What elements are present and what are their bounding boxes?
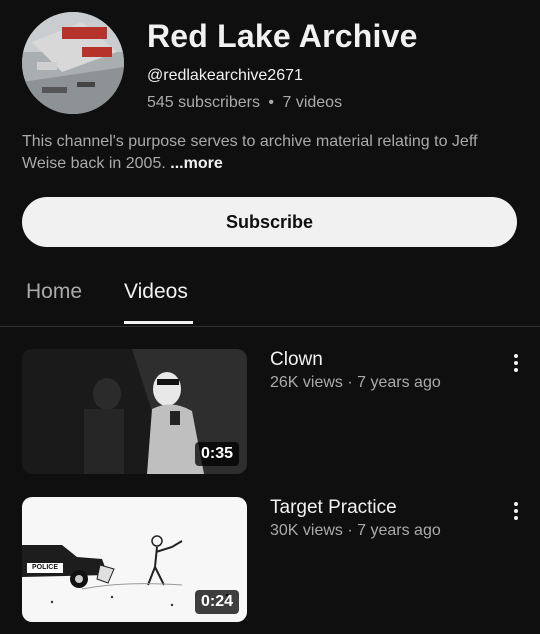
subscribe-button[interactable]: Subscribe xyxy=(22,197,517,247)
more-options-icon[interactable] xyxy=(510,502,522,524)
subscriber-count: 545 subscribers xyxy=(147,94,260,111)
tab-home[interactable]: Home xyxy=(26,280,82,304)
video-duration: 0:24 xyxy=(194,590,239,614)
video-item-clown[interactable]: 0:35 Clown 26K views · 7 years ago xyxy=(22,349,532,474)
video-title[interactable]: Target Practice xyxy=(270,497,397,519)
video-meta: 30K views · 7 years ago xyxy=(270,522,441,539)
channel-description[interactable]: This channel's purpose serves to archive… xyxy=(22,131,522,175)
channel-stats: 545 subscribers • 7 videos xyxy=(147,94,342,112)
video-meta: 26K views · 7 years ago xyxy=(270,374,441,391)
channel-title: Red Lake Archive xyxy=(147,18,418,54)
video-item-target-practice[interactable]: POLICE 0:24 Target Practice 30K views · … xyxy=(22,497,532,622)
video-count: 7 videos xyxy=(282,94,343,111)
tab-videos[interactable]: Videos xyxy=(124,280,188,304)
video-thumbnail[interactable]: 0:35 xyxy=(22,349,247,474)
channel-avatar[interactable] xyxy=(22,12,124,114)
more-options-icon[interactable] xyxy=(510,354,522,376)
video-duration: 0:35 xyxy=(194,442,239,466)
description-text: This channel's purpose serves to archive… xyxy=(22,133,478,172)
channel-handle: @redlakearchive2671 xyxy=(147,67,303,84)
more-link[interactable]: ...more xyxy=(170,155,222,172)
active-tab-indicator xyxy=(124,321,193,324)
stats-separator: • xyxy=(268,94,275,111)
police-label: POLICE xyxy=(31,564,59,571)
channel-header: Red Lake Archive @redlakearchive2671 545… xyxy=(22,12,522,116)
channel-tabs: Home Videos xyxy=(0,270,540,327)
video-thumbnail[interactable]: POLICE 0:24 xyxy=(22,497,247,622)
video-title[interactable]: Clown xyxy=(270,349,323,371)
